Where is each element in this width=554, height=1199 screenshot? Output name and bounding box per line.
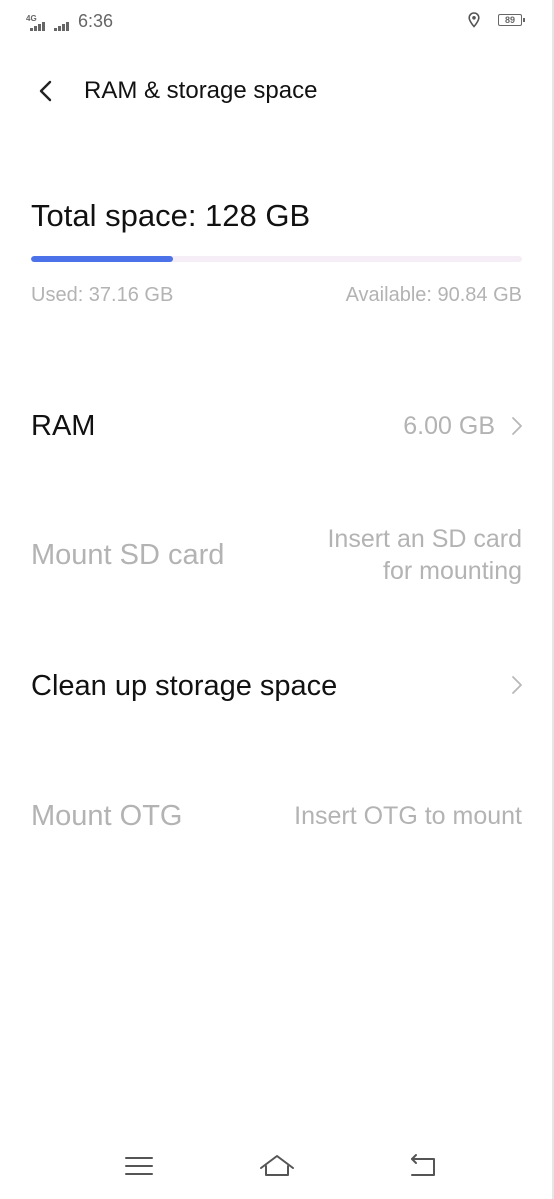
menu-icon	[125, 1157, 153, 1175]
signal-4g-icon: 4G	[26, 15, 48, 31]
clean-up-storage-row[interactable]: Clean up storage space	[0, 659, 554, 715]
back-nav-button[interactable]	[403, 1150, 443, 1182]
storage-progress-fill	[31, 256, 174, 262]
status-left: 4G 6:36	[26, 11, 113, 31]
navigation-bar	[0, 1140, 554, 1190]
status-right: 89	[468, 12, 525, 28]
status-bar: 4G 6:36 89	[0, 0, 554, 44]
ram-row[interactable]: RAM 6.00 GB	[0, 398, 554, 454]
sd-card-hint-line1: Insert an SD card	[327, 525, 522, 553]
battery-icon: 89	[498, 14, 525, 26]
otg-hint: Insert OTG to mount	[294, 802, 522, 830]
mount-otg-row: Mount OTG Insert OTG to mount	[0, 789, 554, 845]
battery-level: 89	[504, 14, 515, 25]
sd-card-hint-line2: for mounting	[383, 557, 522, 585]
signal-icon	[54, 15, 74, 31]
menu-button[interactable]	[119, 1150, 159, 1182]
chevron-right-icon	[512, 676, 522, 694]
storage-progress-bar	[31, 256, 522, 262]
used-space-label: Used: 37.16 GB	[31, 284, 174, 306]
page-title: RAM & storage space	[84, 77, 318, 104]
home-icon	[260, 1155, 294, 1176]
back-nav-icon	[411, 1154, 435, 1176]
location-pin-icon	[468, 12, 480, 28]
mount-otg-label: Mount OTG	[31, 800, 183, 832]
back-button[interactable]	[30, 74, 64, 108]
mount-sd-card-row: Mount SD card Insert an SD card for moun…	[0, 520, 554, 592]
header: RAM & storage space	[0, 68, 554, 112]
back-arrow-icon	[39, 80, 52, 102]
available-space-label: Available: 90.84 GB	[345, 284, 522, 306]
ram-label: RAM	[31, 410, 96, 442]
home-button[interactable]	[257, 1150, 297, 1182]
status-time: 6:36	[78, 11, 114, 31]
ram-value: 6.00 GB	[403, 412, 495, 440]
mount-sd-card-label: Mount SD card	[31, 539, 225, 571]
chevron-right-icon	[512, 417, 522, 435]
total-space-label: Total space: 128 GB	[31, 198, 311, 233]
clean-up-storage-label: Clean up storage space	[31, 670, 338, 702]
